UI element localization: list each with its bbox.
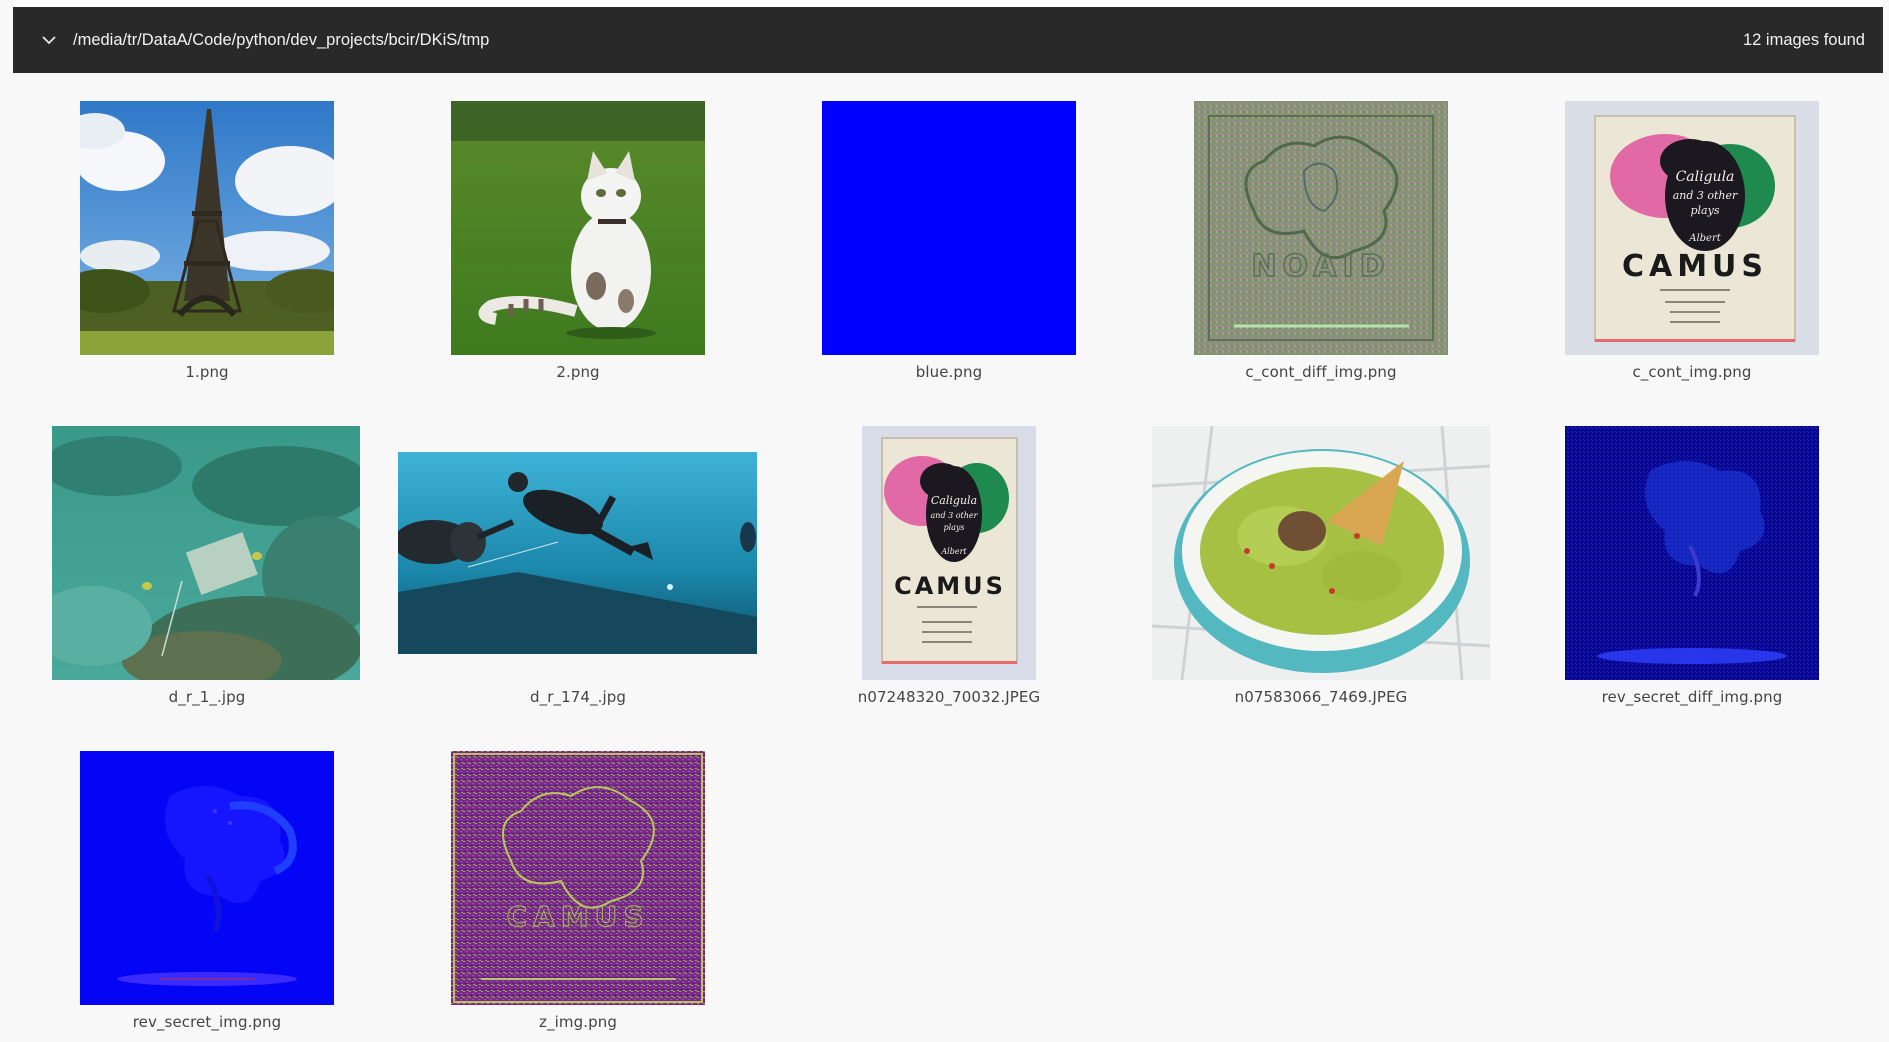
solid-blue-image — [822, 101, 1076, 355]
camus-book-cover-photo: Caligula and 3 other plays Albert CAMUS — [862, 426, 1036, 680]
svg-text:CAMUS: CAMUS — [1622, 249, 1768, 284]
folder-path: /media/tr/DataA/Code/python/dev_projects… — [73, 31, 490, 49]
caption-11: rev_secret_img.png — [132, 1013, 282, 1031]
svg-text:plays: plays — [943, 523, 964, 532]
thumbnail-4[interactable]: NOAID — [1194, 101, 1448, 355]
caption-5: c_cont_img.png — [1632, 363, 1752, 381]
dark-blue-noise-image — [1565, 426, 1819, 680]
thumbnail-3[interactable] — [822, 101, 1076, 355]
caption-1: 1.png — [185, 363, 229, 381]
svg-text:Albert: Albert — [1688, 233, 1722, 244]
blue-revealed-image — [80, 751, 334, 1005]
thumbnail-8[interactable]: Caligula and 3 other plays Albert CAMUS — [862, 426, 1036, 680]
caption-8: n07248320_70032.JPEG — [857, 688, 1041, 706]
noisy-diff-image: NOAID — [1194, 101, 1448, 355]
scuba-diver-photo — [398, 452, 757, 654]
caption-6: d_r_1_.jpg — [168, 688, 246, 706]
svg-text:and 3 other: and 3 other — [931, 511, 979, 520]
caption-12: z_img.png — [539, 1013, 617, 1031]
thumbnail-1[interactable] — [80, 101, 334, 355]
thumbnail-9[interactable] — [1152, 426, 1490, 680]
caption-3: blue.png — [915, 363, 983, 381]
guacamole-bowl-photo — [1152, 426, 1490, 680]
folder-header[interactable]: /media/tr/DataA/Code/python/dev_projects… — [13, 7, 1883, 73]
caption-9: n07583066_7469.JPEG — [1234, 688, 1408, 706]
svg-text:NOAID: NOAID — [1251, 249, 1390, 284]
svg-text:and 3 other: and 3 other — [1673, 189, 1738, 202]
thumbnail-2[interactable] — [451, 101, 705, 355]
svg-text:CAMUS: CAMUS — [507, 900, 650, 933]
thumbnail-12[interactable]: CAMUS — [451, 751, 705, 1005]
caption-7: d_r_174_.jpg — [530, 688, 626, 706]
svg-text:Caligula: Caligula — [1676, 169, 1735, 185]
caption-10: rev_secret_diff_img.png — [1601, 688, 1783, 706]
thumbnail-10[interactable] — [1565, 426, 1819, 680]
eiffel-tower-photo — [80, 101, 334, 355]
thumbnail-6[interactable] — [52, 426, 360, 680]
caption-4: c_cont_diff_img.png — [1245, 363, 1397, 381]
svg-text:Albert: Albert — [940, 547, 967, 556]
thumbnail-11[interactable] — [80, 751, 334, 1005]
svg-text:Caligula: Caligula — [931, 494, 977, 507]
svg-text:plays: plays — [1691, 204, 1720, 217]
underwater-reef-photo — [52, 426, 360, 680]
caption-2: 2.png — [556, 363, 600, 381]
thumbnail-7[interactable] — [398, 452, 757, 654]
top-edge — [13, 0, 1883, 7]
svg-text:CAMUS: CAMUS — [894, 572, 1006, 600]
thumbnail-5[interactable]: Caligula and 3 other plays Albert CAMUS — [1565, 101, 1819, 355]
chevron-down-icon[interactable] — [38, 29, 60, 51]
image-count: 12 images found — [1742, 31, 1865, 49]
camus-book-cover-photo: Caligula and 3 other plays Albert CAMUS — [1565, 101, 1819, 355]
cat-on-grass-photo — [451, 101, 705, 355]
purple-noise-image: CAMUS — [451, 751, 705, 1005]
